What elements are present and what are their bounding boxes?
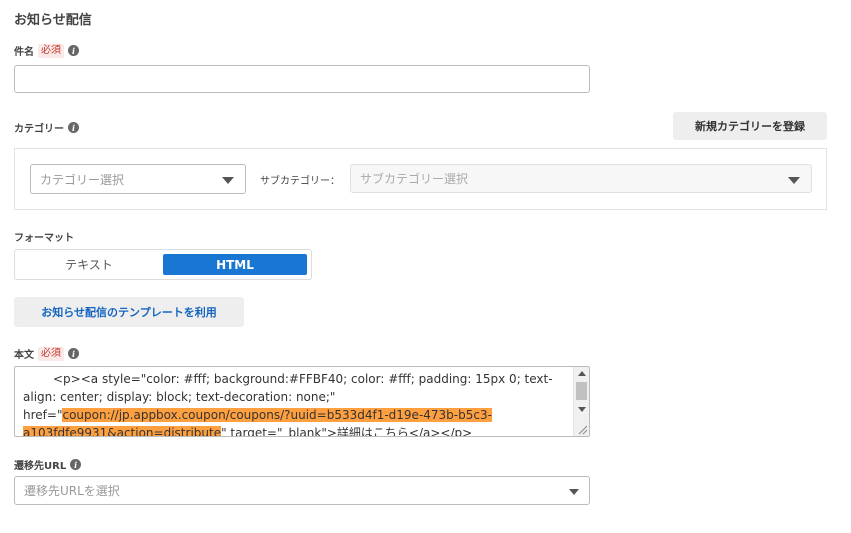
format-option-text[interactable]: テキスト [15,250,163,279]
scroll-up-icon[interactable] [578,371,586,376]
body-required-badge: 必須 [38,346,64,361]
destination-label: 遷移先URL [14,461,67,472]
scrollbar-thumb[interactable] [576,382,587,400]
subject-label: 件名 [14,47,34,58]
category-label: カテゴリー [14,124,64,135]
category-label-row: カテゴリー i [14,120,79,135]
subcategory-select[interactable]: サブカテゴリー選択 [350,164,812,193]
info-icon[interactable]: i [70,459,82,470]
info-icon[interactable]: i [68,45,79,56]
body-text[interactable]: <p><a style="color: #fff; background:#FF… [23,370,573,437]
category-select[interactable]: カテゴリー選択 [30,164,246,194]
subcategory-label: サブカテゴリー： [260,176,340,187]
format-option-html[interactable]: HTML [163,254,307,275]
body-label-row: 本文 必須 i [14,346,79,361]
register-category-button[interactable]: 新規カテゴリーを登録 [673,112,827,140]
destination-select[interactable]: 遷移先URLを選択 [14,476,590,505]
format-label: フォーマット [14,233,74,244]
info-icon[interactable]: i [68,348,79,359]
chevron-down-icon [788,177,800,184]
body-text-after: " target="_blank">詳細はこちら</a></p> [221,426,473,437]
format-toggle: テキスト HTML [14,249,312,280]
use-template-button[interactable]: お知らせ配信のテンプレートを利用 [14,297,244,327]
body-label: 本文 [14,350,34,361]
subject-input[interactable] [14,65,590,93]
scroll-down-icon[interactable] [578,407,586,412]
subject-label-row: 件名 必須 i [14,43,79,58]
category-select-placeholder: カテゴリー選択 [40,172,125,187]
body-textarea[interactable]: <p><a style="color: #fff; background:#FF… [14,366,590,437]
destination-label-row: 遷移先URL i [14,457,82,472]
destination-select-placeholder: 遷移先URLを選択 [24,484,120,498]
chevron-down-icon [222,177,234,184]
subject-required-badge: 必須 [38,43,64,58]
info-icon[interactable]: i [68,122,79,133]
page-title: お知らせ配信 [14,13,92,28]
resize-handle-icon[interactable] [578,425,588,435]
subcategory-select-placeholder: サブカテゴリー選択 [360,172,469,186]
chevron-down-icon [569,489,579,495]
